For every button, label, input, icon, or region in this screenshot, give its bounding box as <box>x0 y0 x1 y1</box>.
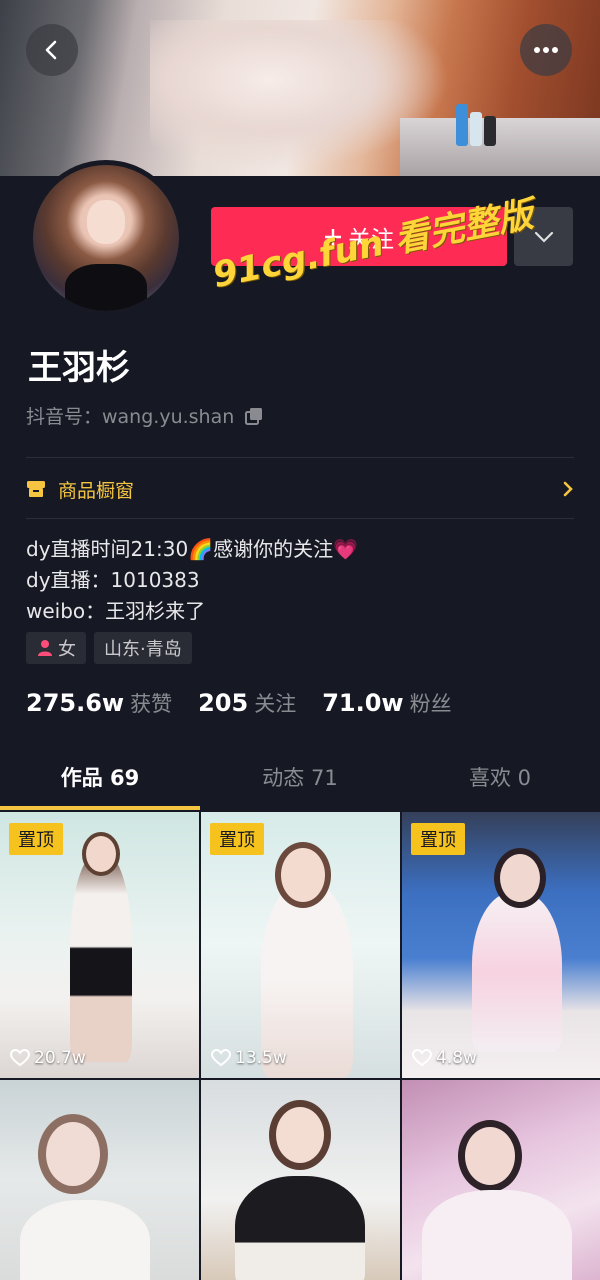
bio-line: weibo：王羽杉来了 <box>26 599 206 623</box>
pinned-badge: 置顶 <box>210 823 264 855</box>
video-likes-count: 4.8w <box>436 1048 477 1068</box>
divider <box>26 518 574 519</box>
video-thumbnail[interactable]: 置顶 13.5w <box>201 812 400 1078</box>
shop-window-label: 商品橱窗 <box>58 479 135 502</box>
tab-likes[interactable]: 喜欢 0 <box>400 752 600 806</box>
tab-dynamics[interactable]: 动态 71 <box>200 752 400 806</box>
douyin-id-text: 抖音号：wang.yu.shan <box>26 406 235 428</box>
avatar[interactable] <box>28 160 184 316</box>
bio: dy直播时间21:30🌈感谢你的关注💗 dy直播：1010383 weibo：王… <box>26 534 358 627</box>
chevron-down-icon <box>534 231 553 243</box>
douyin-id: 抖音号：wang.yu.shan <box>26 402 264 429</box>
female-icon <box>38 640 52 656</box>
more-options-button[interactable] <box>520 24 572 76</box>
video-thumbnail[interactable] <box>402 1080 600 1280</box>
following-label[interactable]: 关注 <box>254 688 296 718</box>
location-tag: 山东·青岛 <box>94 632 192 664</box>
copy-icon[interactable] <box>244 406 264 426</box>
video-thumbnail[interactable] <box>201 1080 400 1280</box>
heart-icon <box>412 1049 432 1067</box>
followers-label[interactable]: 粉丝 <box>410 688 452 718</box>
video-grid: 置顶 20.7w 置顶 13.5w 置顶 4.8w <box>0 812 600 1280</box>
location-label: 山东·青岛 <box>104 639 182 660</box>
gender-label: 女 <box>58 639 76 660</box>
more-icon <box>534 47 558 53</box>
bio-line: dy直播：1010383 <box>26 568 200 592</box>
shop-window-row[interactable]: 商品橱窗 <box>26 474 574 504</box>
pinned-badge: 置顶 <box>9 823 63 855</box>
tab-works[interactable]: 作品 69 <box>0 752 200 810</box>
following-count[interactable]: 205 <box>198 689 248 717</box>
video-likes: 13.5w <box>211 1048 287 1068</box>
video-likes: 4.8w <box>412 1048 477 1068</box>
followers-count[interactable]: 71.0w <box>322 689 403 717</box>
video-likes-count: 20.7w <box>34 1048 86 1068</box>
profile-tabs: 作品 69 动态 71 喜欢 0 <box>0 752 600 810</box>
profile-cover-image <box>0 0 600 176</box>
video-thumbnail[interactable]: 置顶 4.8w <box>402 812 600 1078</box>
video-thumbnail[interactable]: 置顶 20.7w <box>0 812 199 1078</box>
heart-icon <box>211 1049 231 1067</box>
profile-tags: 女 山东·青岛 <box>26 632 192 664</box>
back-button[interactable] <box>26 24 78 76</box>
video-thumbnail[interactable] <box>0 1080 199 1280</box>
back-icon <box>45 40 57 60</box>
bio-line: dy直播时间21:30🌈感谢你的关注💗 <box>26 537 358 561</box>
profile-stats: 275.6w 获赞 205 关注 71.0w 粉丝 <box>26 688 478 718</box>
chevron-right-icon <box>563 481 573 497</box>
divider <box>26 457 574 458</box>
shop-icon <box>27 481 45 497</box>
video-likes: 20.7w <box>10 1048 86 1068</box>
likes-label: 获赞 <box>130 692 173 716</box>
profile-name: 王羽杉 <box>28 348 130 388</box>
video-likes-count: 13.5w <box>235 1048 287 1068</box>
likes-count: 275.6w <box>26 689 125 717</box>
gender-tag: 女 <box>26 632 86 664</box>
heart-icon <box>10 1049 30 1067</box>
watermark-text: 91cg.fun 看完整版 <box>209 194 537 297</box>
pinned-badge: 置顶 <box>411 823 465 855</box>
